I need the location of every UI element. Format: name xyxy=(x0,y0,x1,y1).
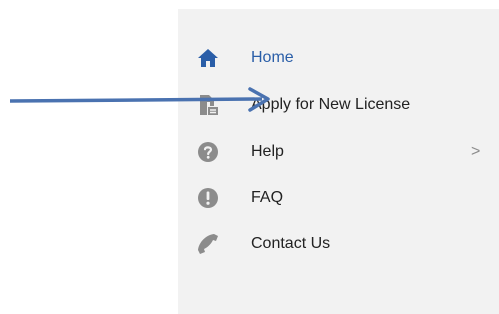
side-menu: Home Apply for New License Help > FAQ Co… xyxy=(178,9,499,314)
question-circle-icon xyxy=(196,140,220,164)
apply-document-icon xyxy=(196,93,220,117)
menu-item-label: Apply for New License xyxy=(251,96,411,113)
chevron-right-icon[interactable]: > xyxy=(471,142,480,162)
screenshot-stage: Home Apply for New License Help > FAQ Co… xyxy=(0,0,499,314)
menu-item-apply-for-new-license[interactable]: Apply for New License xyxy=(178,83,499,123)
menu-item-label: Help xyxy=(251,143,284,160)
menu-item-label: FAQ xyxy=(251,189,284,206)
menu-item-contact-us[interactable]: Contact Us xyxy=(178,222,499,262)
exclamation-circle-icon xyxy=(196,186,220,210)
menu-item-label: Contact Us xyxy=(251,235,331,252)
menu-item-help[interactable]: Help > xyxy=(178,130,499,170)
phone-icon xyxy=(196,232,220,256)
home-icon xyxy=(196,46,220,70)
menu-item-faq[interactable]: FAQ xyxy=(178,176,499,216)
menu-item-label: Home xyxy=(251,49,294,66)
menu-item-home[interactable]: Home xyxy=(178,36,499,76)
